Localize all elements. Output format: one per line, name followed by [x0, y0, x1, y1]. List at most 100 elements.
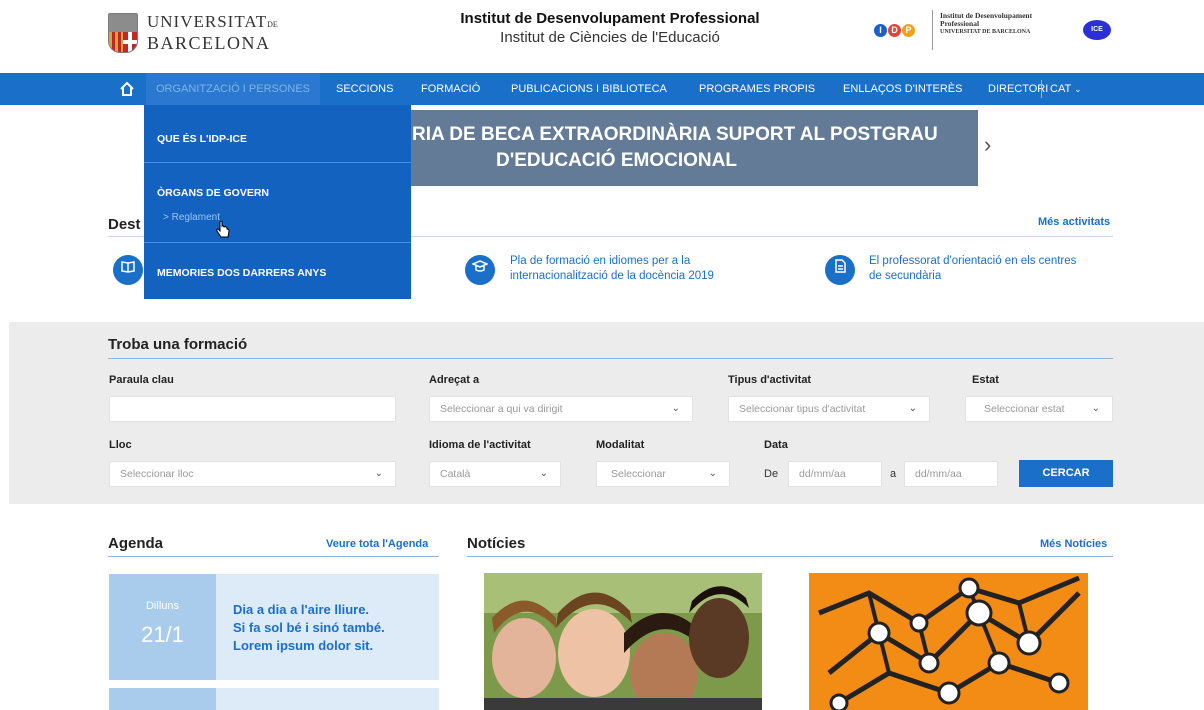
- language-label: CAT: [1050, 83, 1071, 95]
- university-logo[interactable]: UNIVERSITATDE BARCELONA: [108, 12, 278, 53]
- tipus-select[interactable]: Seleccionar tipus d'activitat ⌄: [728, 396, 930, 422]
- idioma-label: Idioma de l'activitat: [429, 439, 531, 451]
- agenda-day-name: Dilluns: [145, 600, 179, 612]
- ice-logo[interactable]: ICE: [1083, 20, 1111, 40]
- adrecat-label: Adreçat a: [429, 374, 480, 386]
- nav-enllacos[interactable]: ENLLAÇOS D'INTERÈS: [843, 73, 962, 105]
- news-photo-students[interactable]: [484, 573, 762, 710]
- idp-text-line3: UNIVERSITAT DE BARCELONA: [940, 29, 1031, 35]
- hand-cursor-icon: [215, 220, 231, 245]
- agenda-event-text[interactable]: Dia a dia a l'aire lliure. Si fa sol bé …: [233, 601, 433, 655]
- lloc-label: Lloc: [109, 439, 132, 451]
- agenda-title: Agenda: [108, 535, 164, 552]
- destacat-link-professorat[interactable]: El professorat d'orientació en els centr…: [869, 254, 1076, 284]
- agenda-event-card[interactable]: [216, 688, 439, 710]
- university-crest-icon: [108, 12, 138, 53]
- agenda-event-line1: Dia a dia a l'aire lliure.: [233, 602, 370, 617]
- graduation-cap-icon[interactable]: [465, 255, 495, 285]
- chevron-down-icon: ⌄: [374, 468, 383, 479]
- menu-subitem-reglament[interactable]: > Reglament: [163, 212, 220, 223]
- idp-letter-d: D: [888, 24, 901, 37]
- modalitat-label: Modalitat: [596, 439, 645, 451]
- date-from-label: De: [764, 468, 779, 480]
- data-label: Data: [764, 439, 788, 451]
- keyword-input[interactable]: [109, 396, 396, 422]
- idioma-select[interactable]: Català ⌄: [429, 461, 561, 487]
- destacat-link-idiomes[interactable]: Pla de formació en idiomes per a la inte…: [510, 254, 714, 284]
- nav-organitzacio[interactable]: ORGANITZACIÓ I PERSONES: [146, 73, 321, 105]
- idp-text-line2: Professional: [940, 19, 980, 28]
- idp-logo[interactable]: I D P: [874, 24, 916, 37]
- date-from-input[interactable]: dd/mm/aa: [788, 461, 882, 487]
- page-subtitle: Institut de Ciències de l'Educació: [500, 29, 720, 46]
- logo-line1-small: DE: [267, 20, 278, 29]
- nav-seccions[interactable]: SECCIONS: [336, 73, 393, 105]
- more-activities-link[interactable]: Més activitats: [1038, 216, 1110, 228]
- idp-letter-p: P: [902, 24, 915, 37]
- document-icon[interactable]: [825, 255, 855, 285]
- adrecat-select[interactable]: Seleccionar a qui va dirigit ⌄: [429, 396, 693, 422]
- chevron-down-icon: ⌄: [1091, 403, 1100, 414]
- chevron-down-icon: ⌄: [1074, 84, 1082, 94]
- estat-select[interactable]: Seleccionar estat ⌄: [965, 396, 1113, 422]
- idioma-value: Català: [440, 468, 471, 480]
- destacat-idiomes-line1: Pla de formació en idiomes per a la: [510, 255, 691, 267]
- search-button[interactable]: CERCAR: [1019, 460, 1113, 487]
- chevron-down-icon: ⌄: [908, 403, 917, 414]
- nav-programes[interactable]: PROGRAMES PROPIS: [699, 73, 815, 105]
- modalitat-placeholder: Seleccionar: [611, 468, 666, 480]
- idp-logo-text: Institut de Desenvolupament Professional…: [940, 12, 1080, 36]
- nav-directori[interactable]: DIRECTORI: [988, 73, 1048, 105]
- logo-divider: [932, 10, 933, 50]
- section-divider: [108, 556, 439, 557]
- section-divider: [108, 358, 1113, 359]
- date-to-label: a: [890, 468, 897, 480]
- search-title: Troba una formació: [108, 336, 248, 353]
- agenda-event-line3: Lorem ipsum dolor sit.: [233, 638, 374, 653]
- menu-divider: [144, 242, 411, 243]
- banner-text: RIA DE BECA EXTRAORDINÀRIA SUPORT AL POS…: [410, 122, 978, 174]
- menu-divider: [144, 162, 411, 163]
- logo-line2: BARCELONA: [147, 33, 271, 53]
- more-news-link[interactable]: Més Notícies: [1040, 538, 1107, 550]
- destacat-professorat-line1: El professorat d'orientació en els centr…: [869, 255, 1077, 267]
- estat-placeholder: Seleccionar estat: [984, 403, 1065, 415]
- keyword-label: Paraula clau: [109, 374, 174, 386]
- agenda-link[interactable]: Veure tota l'Agenda: [326, 538, 428, 550]
- destacats-title: Dest: [108, 216, 141, 233]
- logo-line1: UNIVERSITAT: [147, 12, 268, 31]
- chevron-down-icon: ⌄: [671, 403, 680, 414]
- agenda-date-box: [109, 688, 216, 710]
- institute-title: Institut de Desenvolupament Professional…: [430, 10, 790, 46]
- modalitat-select[interactable]: Seleccionar ⌄: [596, 461, 730, 487]
- lloc-select[interactable]: Seleccionar lloc ⌄: [109, 461, 396, 487]
- adrecat-placeholder: Seleccionar a qui va dirigit: [440, 403, 563, 415]
- date-to-input[interactable]: dd/mm/aa: [904, 461, 998, 487]
- idp-letter-i: I: [874, 24, 887, 37]
- tipus-label: Tipus d'activitat: [728, 374, 812, 386]
- chevron-down-icon: ⌄: [539, 468, 548, 479]
- nav-formacio[interactable]: FORMACIÓ: [421, 73, 480, 105]
- book-icon[interactable]: [113, 255, 143, 285]
- home-button[interactable]: [108, 73, 146, 105]
- page-title: Institut de Desenvolupament Professional: [460, 10, 760, 27]
- menu-item-memories[interactable]: MEMORIES DOS DARRERS ANYS: [157, 267, 326, 279]
- banner-line1: RIA DE BECA EXTRAORDINÀRIA SUPORT AL POS…: [412, 124, 938, 145]
- language-selector[interactable]: CAT ⌄: [1050, 73, 1082, 105]
- menu-item-organs-govern[interactable]: ÒRGANS DE GOVERN: [157, 187, 269, 199]
- date-to-placeholder: dd/mm/aa: [915, 468, 962, 480]
- menu-item-que-es[interactable]: QUE ÉS L'IDP-ICE: [157, 133, 247, 145]
- agenda-event-line2: Si fa sol bé i sinó també.: [233, 620, 385, 635]
- date-from-placeholder: dd/mm/aa: [799, 468, 846, 480]
- estat-label: Estat: [972, 374, 999, 386]
- chevron-right-icon[interactable]: ›: [984, 132, 991, 158]
- tipus-placeholder: Seleccionar tipus d'activitat: [739, 403, 866, 415]
- destacat-idiomes-line2: internacionalització de la docència 2019: [510, 270, 714, 282]
- destacat-professorat-line2: de secundària: [869, 270, 942, 282]
- nav-publicacions[interactable]: PUBLICACIONS I BIBLIOTECA: [511, 73, 667, 105]
- news-title: Notícies: [467, 535, 526, 552]
- nav-divider: [1041, 80, 1042, 98]
- news-photo-illustration[interactable]: [809, 573, 1088, 710]
- banner-line2: D'EDUCACIÓ EMOCIONAL: [496, 150, 737, 171]
- home-icon: [120, 81, 134, 96]
